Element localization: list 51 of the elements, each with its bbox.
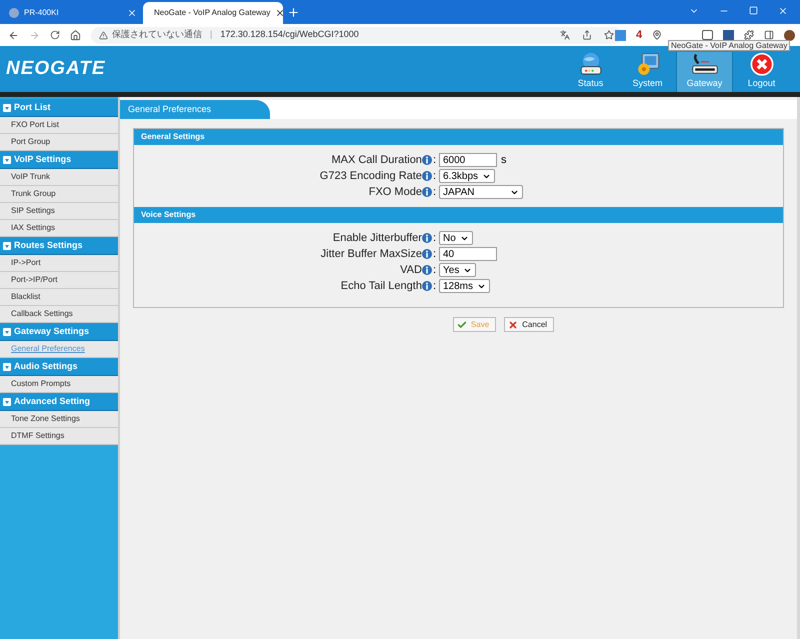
browser-tab[interactable]: PR-400KI bbox=[3, 2, 143, 24]
unit-label: s bbox=[501, 152, 506, 168]
field-label: Jitter Buffer MaxSize bbox=[320, 246, 422, 262]
text-field[interactable]: 6000 bbox=[439, 153, 497, 167]
sidebar-item[interactable]: IAX Settings bbox=[0, 220, 118, 237]
sidebar-item[interactable]: Custom Prompts bbox=[0, 376, 118, 393]
logo: NEOGATE bbox=[6, 56, 106, 81]
colon: : bbox=[432, 152, 436, 168]
sidebar-item[interactable]: IP->Port bbox=[0, 255, 118, 272]
sidebar-item[interactable]: Tone Zone Settings bbox=[0, 411, 118, 428]
colon: : bbox=[432, 168, 436, 184]
dropdown[interactable]: No bbox=[439, 231, 473, 245]
dropdown[interactable]: 128ms bbox=[439, 279, 490, 293]
tooltip: NeoGate - VoIP Analog Gateway bbox=[668, 40, 790, 51]
colon: : bbox=[432, 230, 436, 246]
browser-tab[interactable]: NeoGate - VoIP Analog Gateway bbox=[143, 2, 283, 24]
nav-tab[interactable]: Status bbox=[562, 52, 619, 92]
field-label: FXO Mode bbox=[368, 184, 422, 200]
field-label: VAD bbox=[400, 262, 422, 278]
colon: : bbox=[432, 278, 436, 294]
sidebar-item[interactable]: Port->IP/Port bbox=[0, 272, 118, 289]
sidebar-item[interactable]: Blacklist bbox=[0, 289, 118, 306]
sidebar-item[interactable]: SIP Settings bbox=[0, 203, 118, 220]
dropdown[interactable]: 6.3kbps bbox=[439, 169, 496, 183]
sidebar-item[interactable]: VoIP Trunk bbox=[0, 169, 118, 186]
colon: : bbox=[432, 262, 436, 278]
sidebar-item[interactable]: Port Group bbox=[0, 134, 118, 151]
sidebar-item[interactable]: Callback Settings bbox=[0, 306, 118, 323]
text-field[interactable]: 40 bbox=[439, 247, 497, 261]
section-header: Voice Settings bbox=[134, 207, 783, 223]
security-label: 保護されていない通信 bbox=[112, 28, 202, 42]
dropdown[interactable]: JAPAN bbox=[439, 185, 523, 199]
dropdown[interactable]: Yes bbox=[439, 263, 476, 277]
field-label: Enable Jitterbuffer bbox=[332, 230, 422, 246]
nav-tab[interactable]: Logout bbox=[733, 52, 790, 92]
url-field[interactable]: 保護されていない通信 | 172.30.128.154/cgi/WebCGI?1000 bbox=[91, 26, 622, 44]
separator: | bbox=[210, 28, 212, 42]
sidebar-item[interactable]: DTMF Settings bbox=[0, 428, 118, 445]
field-label: G723 Encoding Rate bbox=[320, 168, 422, 184]
page-title: General Preferences bbox=[120, 100, 270, 119]
sidebar-item[interactable]: FXO Port List bbox=[0, 117, 118, 134]
sidebar-item[interactable]: Trunk Group bbox=[0, 186, 118, 203]
field-label: MAX Call Duration bbox=[331, 152, 422, 168]
extension-badge[interactable]: 4 bbox=[636, 27, 642, 44]
cancel-button[interactable]: Cancel bbox=[504, 317, 554, 332]
url-text: 172.30.128.154/cgi/WebCGI?1000 bbox=[220, 28, 359, 42]
section-header: General Settings bbox=[134, 129, 783, 145]
colon: : bbox=[432, 184, 436, 200]
colon: : bbox=[432, 246, 436, 262]
nav-tab[interactable]: System bbox=[619, 52, 676, 92]
field-label: Echo Tail Length bbox=[340, 278, 422, 294]
